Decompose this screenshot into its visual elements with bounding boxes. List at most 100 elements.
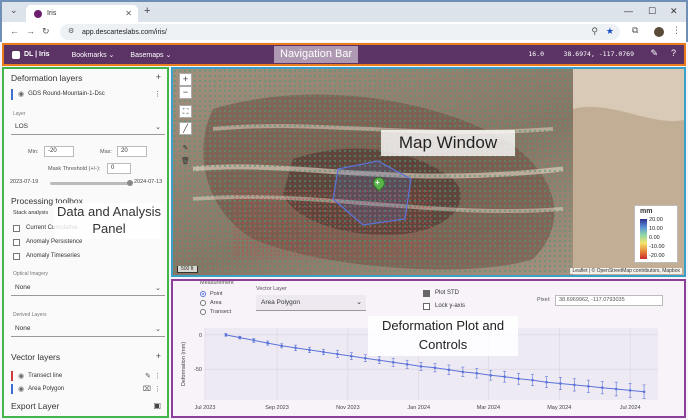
add-layer-icon[interactable]: + xyxy=(156,72,161,82)
optical-imagery-label: Optical Imagery xyxy=(13,271,49,277)
vector-layers-title: Vector layers xyxy=(11,352,61,362)
zoom-in-button[interactable]: + xyxy=(179,73,192,86)
optical-imagery-select[interactable]: None ⌄ xyxy=(11,281,165,296)
basemaps-label: Basemaps xyxy=(130,51,164,59)
vector-layer-select[interactable]: Area Polygon ⌄ xyxy=(256,295,366,311)
reload-icon[interactable]: ↻ xyxy=(42,26,50,37)
tab-search-icon[interactable]: ⌄ xyxy=(10,5,18,16)
optical-imagery-value: None xyxy=(15,284,31,291)
layer-color-bar xyxy=(11,88,13,100)
point-radio[interactable] xyxy=(200,291,206,297)
vector-item-transect[interactable]: ◉ Transect line ✎ ⋮ xyxy=(11,370,163,381)
deformation-plot-panel: Measurement Point Area Transect Vector L… xyxy=(171,279,686,418)
edit-note-icon[interactable]: ✎ xyxy=(650,48,658,59)
site-info-icon[interactable]: ⚙ xyxy=(68,27,74,35)
chevron-down-icon: ⌄ xyxy=(155,124,161,131)
close-tab-icon[interactable]: ✕ xyxy=(125,9,132,18)
legend-unit: mm xyxy=(640,208,653,215)
derived-layers-select[interactable]: None ⌄ xyxy=(11,322,165,337)
save-icon[interactable]: ▣ xyxy=(153,401,161,410)
bookmark-star-icon[interactable]: ★ xyxy=(606,26,614,37)
edit-icon[interactable]: ✎ xyxy=(145,372,151,380)
data-point xyxy=(475,371,479,375)
help-icon[interactable]: ? xyxy=(671,48,676,58)
logo-icon xyxy=(12,50,20,59)
app-navigation-bar: DL | Iris Bookmarks ⌄ Basemaps ⌄ Navigat… xyxy=(2,43,686,66)
map-attribution[interactable]: Leaflet | © OpenStreetMap contributors, … xyxy=(570,268,682,274)
navigation-bar-annotation: Navigation Bar xyxy=(274,46,359,63)
cursor-coordinates: 38.6974, -117.0769 xyxy=(563,50,634,58)
measurement-option-label: Area xyxy=(210,300,222,306)
map-window[interactable]: + − ⛶ ╱ ✎ 🗑 Map Window + mm 20.00 10.00 … xyxy=(171,67,686,277)
app-logo[interactable]: DL | Iris xyxy=(12,50,50,59)
chevron-down-icon: ⌄ xyxy=(108,51,115,59)
zoom-out-button[interactable]: − xyxy=(179,86,192,99)
legend-tick: -20.00 xyxy=(649,253,665,259)
x-tick-label: Jul 2023 xyxy=(195,405,216,411)
edit-off-icon[interactable]: ⌧ xyxy=(143,385,151,393)
vector-color-bar xyxy=(11,383,13,394)
y-tick-label: 0 xyxy=(199,333,202,339)
browser-menu-icon[interactable]: ⋮ xyxy=(672,25,681,36)
layer-select[interactable]: LOS ⌄ xyxy=(11,120,165,135)
legend-tick: -10.00 xyxy=(649,244,665,250)
date-range-slider[interactable] xyxy=(50,180,133,186)
data-point xyxy=(559,382,562,385)
minimize-icon[interactable]: — xyxy=(624,6,633,16)
plot-std-checkbox[interactable] xyxy=(423,290,430,297)
mask-threshold-input[interactable]: 0 xyxy=(107,163,131,174)
bookmarks-label: Bookmarks xyxy=(71,51,107,59)
map-canvas[interactable] xyxy=(173,69,686,277)
lock-y-axis-checkbox[interactable] xyxy=(423,303,430,310)
data-point xyxy=(280,344,283,348)
data-point xyxy=(573,383,576,387)
url-field[interactable]: ⚙ app.descarteslabs.com/iris/ ⚲ ★ xyxy=(60,24,620,40)
browser-tab[interactable]: Iris ✕ xyxy=(26,5,138,22)
vector-item-polygon[interactable]: ◉ Area Polygon ⌧ ⋮ xyxy=(11,383,163,394)
back-icon[interactable]: ← xyxy=(10,26,19,36)
visibility-eye-icon[interactable]: ◉ xyxy=(18,90,24,98)
fullscreen-icon[interactable]: ⛶ xyxy=(179,105,192,118)
pixel-coordinates-field[interactable]: 38.6969962, -117.0793035 xyxy=(555,295,663,306)
anomaly-timeseries-checkbox[interactable] xyxy=(13,253,20,260)
layer-menu-icon[interactable]: ⋮ xyxy=(154,90,161,98)
extensions-icon[interactable]: ⧉ xyxy=(632,25,638,36)
window-close-icon[interactable]: ✕ xyxy=(670,6,678,17)
draw-line-icon[interactable]: ╱ xyxy=(179,122,192,135)
bookmarks-menu[interactable]: Bookmarks ⌄ xyxy=(72,51,115,59)
data-point xyxy=(363,356,367,360)
add-vector-icon[interactable]: + xyxy=(156,351,161,361)
profile-avatar[interactable] xyxy=(654,27,664,37)
deformation-layers-title: Deformation layers xyxy=(11,73,83,83)
scale-bar: 500 ft xyxy=(177,266,198,273)
browser-tab-bar: ⌄ Iris ✕ + — ☐ ✕ xyxy=(0,0,688,22)
delete-shape-icon[interactable]: 🗑 xyxy=(179,156,192,169)
vector-menu-icon[interactable]: ⋮ xyxy=(154,372,161,380)
min-input[interactable]: -20 xyxy=(44,146,74,157)
vector-menu-icon[interactable]: ⋮ xyxy=(154,385,161,393)
maximize-icon[interactable]: ☐ xyxy=(648,6,656,17)
y-axis-label: Deformation (mm) xyxy=(181,342,187,386)
basemaps-menu[interactable]: Basemaps ⌄ xyxy=(130,51,171,59)
anomaly-persistence-checkbox[interactable] xyxy=(13,239,20,246)
area-radio[interactable] xyxy=(200,300,206,306)
new-tab-icon[interactable]: + xyxy=(144,5,150,17)
max-label: Max: xyxy=(100,149,112,155)
mask-threshold-label: Mask Threshold (+/-): xyxy=(48,166,101,172)
forward-icon[interactable]: → xyxy=(26,26,35,36)
edit-shape-icon[interactable]: ✎ xyxy=(179,143,192,156)
zoom-icon[interactable]: ⚲ xyxy=(591,26,598,37)
transect-radio[interactable] xyxy=(200,309,206,315)
visibility-eye-icon[interactable]: ◉ xyxy=(18,385,24,393)
iris-favicon-icon xyxy=(34,9,42,18)
deformation-layer-item[interactable]: ◉ GDS Round-Mountain-1-Dsc ⋮ xyxy=(11,88,161,100)
pixel-label: Pixel: xyxy=(537,297,551,303)
vector-color-bar xyxy=(11,370,13,381)
max-input[interactable]: 20 xyxy=(117,146,147,157)
plot-std-label: Plot STD xyxy=(435,290,460,296)
visibility-eye-icon[interactable]: ◉ xyxy=(18,372,24,380)
slider-knob[interactable] xyxy=(127,180,133,186)
data-analysis-panel: Deformation layers + ◉ GDS Round-Mountai… xyxy=(2,67,169,418)
data-point xyxy=(377,358,381,362)
current-cumulative-checkbox[interactable] xyxy=(13,225,20,232)
